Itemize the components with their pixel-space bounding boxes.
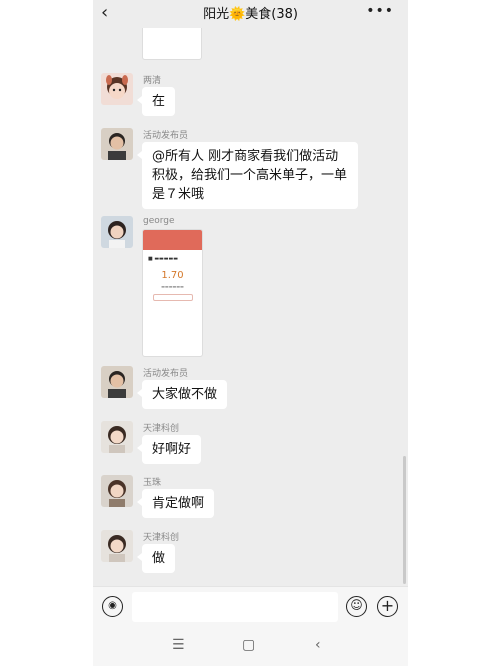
- sender-name: 天津科创: [143, 533, 180, 543]
- woman-avatar-icon: [101, 216, 133, 248]
- sender-name: 活动发布员: [143, 369, 189, 379]
- input-bar: ◉ ☺ +: [93, 586, 408, 626]
- image-subtext: ▬▬▬▬▬▬: [161, 284, 184, 289]
- image-button: [152, 294, 193, 301]
- message-bubble[interactable]: 肯定做啊: [136, 489, 215, 518]
- more-dots-icon[interactable]: •••: [366, 3, 394, 19]
- avatar[interactable]: [101, 530, 133, 562]
- emoji-icon[interactable]: ☺: [346, 596, 367, 617]
- back-icon[interactable]: ‹: [315, 637, 321, 653]
- chat-screen: ‹ 阳光🌞美食(38) ••• 两清 在 活动发布员 @所有人 刚才商家看我们做…: [93, 0, 408, 666]
- sender-name: george: [143, 216, 175, 226]
- message-bubble[interactable]: 大家做不做: [136, 380, 228, 409]
- image-amount: 1.70: [161, 270, 184, 281]
- image-message[interactable]: ■ ▬▬▬▬▬ 1.70 ▬▬▬▬▬▬: [142, 229, 203, 357]
- message-bubble[interactable]: @所有人 刚才商家看我们做活动积极，给我们一个高米单子，一单是７米哦: [137, 142, 358, 209]
- image-header: [143, 230, 202, 250]
- girl-with-bunny-ears-avatar-icon: [101, 73, 133, 105]
- image-row: ■ ▬▬▬▬▬: [148, 256, 178, 262]
- voice-icon[interactable]: ◉: [102, 596, 123, 617]
- woman-avatar-icon: [101, 421, 133, 453]
- message-bubble[interactable]: 做: [136, 544, 176, 573]
- previous-image-message[interactable]: [142, 28, 202, 60]
- message-bubble[interactable]: 好啊好: [136, 435, 202, 464]
- message-bubble[interactable]: 在: [136, 87, 176, 116]
- sender-name: 天津科创: [143, 424, 180, 434]
- sender-name: 玉珠: [143, 478, 162, 488]
- plus-icon[interactable]: +: [377, 596, 398, 617]
- avatar[interactable]: [101, 421, 133, 453]
- avatar[interactable]: [101, 128, 133, 160]
- system-nav-bar: ☰ ▢ ‹: [93, 626, 408, 666]
- avatar[interactable]: [101, 73, 133, 105]
- chat-header: ‹ 阳光🌞美食(38) •••: [93, 0, 408, 24]
- man-avatar-icon: [101, 128, 133, 160]
- avatar[interactable]: [101, 366, 133, 398]
- sender-name: 两清: [143, 76, 162, 86]
- avatar[interactable]: [101, 216, 133, 248]
- scrollbar[interactable]: [403, 456, 406, 584]
- chevron-left-icon[interactable]: ‹: [101, 2, 108, 23]
- menu-icon[interactable]: ☰: [172, 637, 185, 653]
- avatar[interactable]: [101, 475, 133, 507]
- sender-name: 活动发布员: [143, 131, 189, 141]
- woman-avatar-icon: [101, 530, 133, 562]
- woman-avatar-icon: [101, 475, 133, 507]
- home-icon[interactable]: ▢: [242, 637, 255, 653]
- chat-title: 阳光🌞美食(38): [203, 6, 298, 22]
- message-input[interactable]: [132, 592, 338, 622]
- man-avatar-icon: [101, 366, 133, 398]
